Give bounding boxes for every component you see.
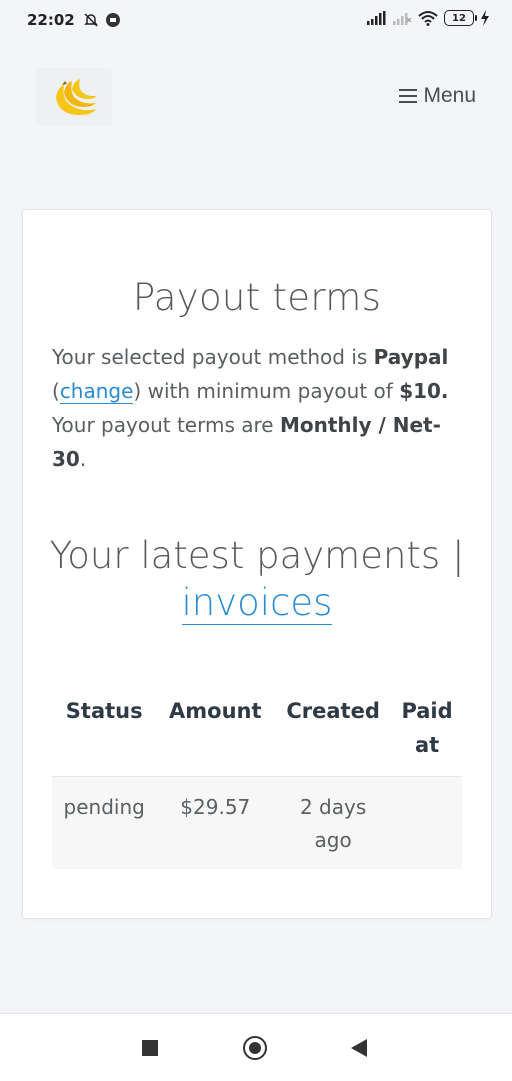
menu-button[interactable]: Menu xyxy=(399,84,476,108)
payout-card: Payout terms Your selected payout method… xyxy=(22,209,492,919)
column-paid-at: Paid at xyxy=(392,690,462,777)
banana-logo-icon xyxy=(56,79,97,115)
table-row: pending $29.57 2 days ago xyxy=(52,776,462,869)
status-time: 22:02 xyxy=(27,11,75,29)
cell-paid-at xyxy=(392,776,462,869)
status-bar: 22:02 12 xyxy=(0,0,512,40)
payout-minimum: $10. xyxy=(399,379,449,403)
charging-icon xyxy=(481,10,489,26)
column-status: Status xyxy=(52,690,157,777)
cell-amount: $29.57 xyxy=(156,776,275,869)
site-logo[interactable] xyxy=(36,68,112,126)
wifi-icon xyxy=(418,11,438,26)
payments-table: Status Amount Created Paid at pending $2… xyxy=(52,690,462,869)
site-header: Menu xyxy=(0,40,512,160)
change-method-link[interactable]: change xyxy=(59,379,134,404)
invoices-link[interactable]: invoices xyxy=(181,581,333,625)
battery-level: 12 xyxy=(452,12,466,24)
payout-text-3: Your payout terms are xyxy=(52,413,274,437)
bell-off-icon xyxy=(83,13,98,27)
cell-status: pending xyxy=(52,776,157,869)
recent-apps-button[interactable] xyxy=(142,1040,158,1056)
home-button[interactable] xyxy=(243,1036,267,1060)
signal-icon xyxy=(367,11,386,25)
signal-weak-icon xyxy=(393,13,412,25)
latest-payments-title: Your latest payments | invoices xyxy=(23,532,491,626)
payout-method: Paypal xyxy=(373,345,449,369)
column-amount: Amount xyxy=(156,690,275,777)
table-header-row: Status Amount Created Paid at xyxy=(52,690,462,777)
payout-text-2: ) with minimum payout of xyxy=(133,379,393,403)
payout-period: . xyxy=(79,447,87,471)
shield-icon xyxy=(105,13,120,27)
payout-text-1: Your selected payout method is xyxy=(52,345,368,369)
menu-label: Menu xyxy=(423,84,476,107)
cell-created: 2 days ago xyxy=(274,776,393,869)
payout-terms-title: Payout terms xyxy=(132,276,382,319)
battery-icon: 12 xyxy=(444,10,477,26)
hamburger-icon xyxy=(399,89,418,103)
payout-paren: ( xyxy=(52,379,60,403)
column-created: Created xyxy=(274,690,393,777)
system-nav-bar xyxy=(0,1013,512,1081)
payout-terms-text: Your selected payout method is Paypal (c… xyxy=(52,340,468,476)
back-button[interactable] xyxy=(351,1039,367,1057)
latest-payments-label: Your latest payments | xyxy=(49,534,465,577)
